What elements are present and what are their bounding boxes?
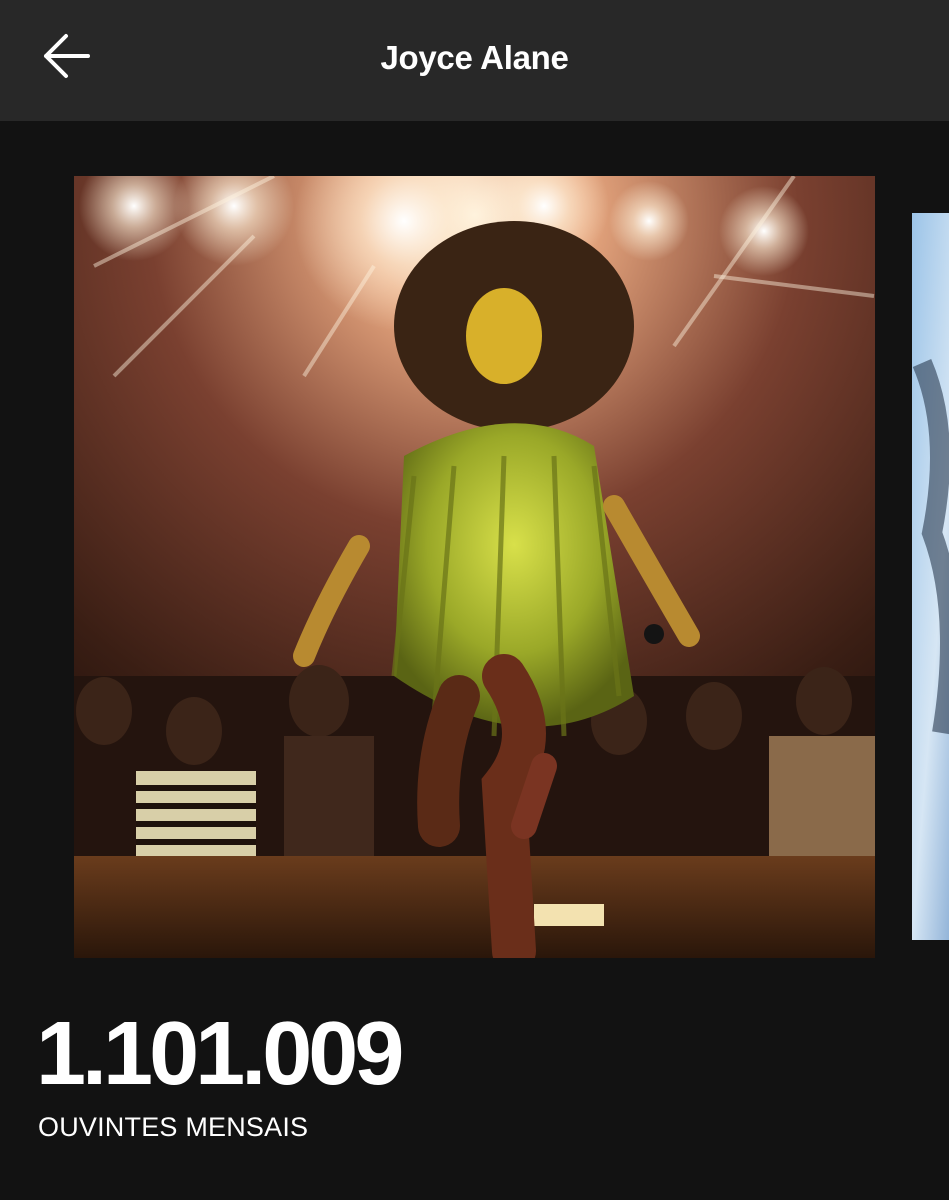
artist-photo[interactable] bbox=[74, 176, 875, 958]
next-photo-preview[interactable] bbox=[912, 213, 949, 940]
monthly-listeners-label: OUVINTES MENSAIS bbox=[38, 1112, 309, 1142]
photo-carousel[interactable] bbox=[0, 121, 949, 981]
monthly-listeners-count: 1.101.009 bbox=[36, 1004, 404, 1104]
top-bar: Joyce Alane bbox=[0, 0, 949, 121]
page-title: Joyce Alane bbox=[380, 39, 569, 76]
